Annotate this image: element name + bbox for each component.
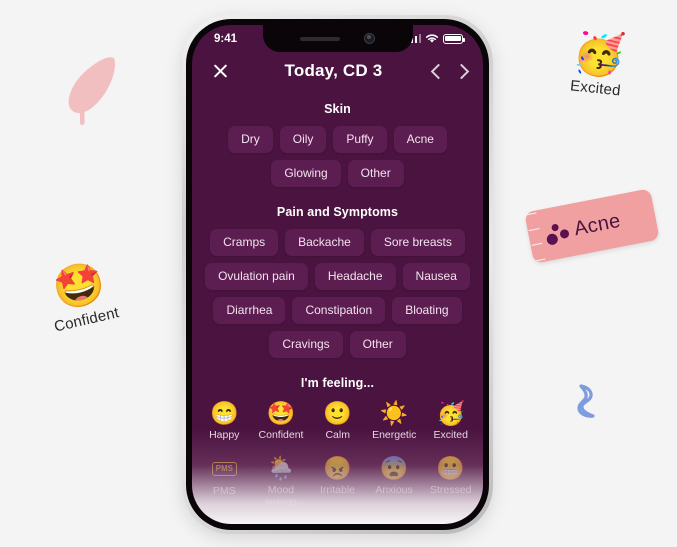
nav-bar: Today, CD 3	[192, 52, 483, 88]
feather-sticker	[58, 52, 128, 132]
pms-badge-icon: PMS	[211, 462, 237, 476]
confident-sticker: 🤩 Confident	[20, 250, 142, 340]
feeling-label: Excited	[433, 429, 468, 441]
battery-icon	[443, 33, 465, 44]
feeling-irritable[interactable]: 😠 Irritable	[315, 455, 360, 508]
chip-acne[interactable]: Acne	[393, 126, 447, 153]
feeling-label: Happy	[209, 429, 240, 441]
front-camera-icon	[364, 33, 375, 44]
section-feelings: I'm feeling... 😁 Happy 🤩 Confident 🙂 Cal…	[202, 376, 473, 508]
chip-row: Cramps Backache Sore breasts	[202, 229, 473, 256]
beaming-face-emoji-icon: 😁	[209, 400, 239, 426]
feeling-excited[interactable]: 🥳 Excited	[429, 400, 474, 441]
fearful-face-emoji-icon: 😨	[379, 455, 409, 481]
feeling-label: Confident	[258, 429, 304, 441]
phone-screen: 9:41 Today, CD 3 Skin Dry Oily Puffy Acn…	[192, 25, 483, 524]
close-icon[interactable]	[208, 58, 234, 84]
slightly-smiling-emoji-icon: 🙂	[323, 400, 353, 426]
feeling-mood-swings[interactable]: 🌦️ Mood swings	[259, 455, 304, 508]
acne-ticket-label: Acne	[572, 209, 623, 240]
chip-row: Glowing Other	[202, 160, 473, 187]
feeling-energetic[interactable]: ☀️ Energetic	[372, 400, 417, 441]
chip-bloating[interactable]: Bloating	[392, 297, 462, 324]
feeling-label: PMS	[212, 485, 236, 497]
tracking-content: Skin Dry Oily Puffy Acne Glowing Other P…	[192, 88, 483, 508]
feelings-rows: 😁 Happy 🤩 Confident 🙂 Calm ☀️ Energetic …	[202, 400, 473, 508]
status-time: 9:41	[214, 32, 238, 45]
feelings-row: 😁 Happy 🤩 Confident 🙂 Calm ☀️ Energetic …	[202, 400, 473, 441]
chip-row: Ovulation pain Headache Nausea	[202, 263, 473, 290]
chip-cravings[interactable]: Cravings	[269, 331, 343, 358]
feeling-label: Calm	[325, 429, 350, 441]
feeling-label: Irritable	[319, 484, 355, 496]
phone-mockup: 9:41 Today, CD 3 Skin Dry Oily Puffy Acn…	[182, 15, 493, 534]
feeling-calm[interactable]: 🙂 Calm	[315, 400, 360, 441]
chip-ovulation-pain[interactable]: Ovulation pain	[205, 263, 308, 290]
chip-headache[interactable]: Headache	[314, 263, 396, 290]
chip-backache[interactable]: Backache	[285, 229, 364, 256]
feeling-label: Energetic	[372, 429, 417, 441]
feeling-anxious[interactable]: 😨 Anxious	[372, 455, 417, 508]
grimacing-face-emoji-icon: 😬	[436, 455, 465, 481]
partying-face-emoji-icon: 🥳	[570, 27, 628, 80]
feeling-happy[interactable]: 😁 Happy	[202, 400, 247, 441]
chip-dry[interactable]: Dry	[228, 126, 273, 153]
wifi-icon	[425, 34, 439, 43]
date-nav-arrows	[430, 63, 470, 79]
chip-other-pain[interactable]: Other	[349, 331, 406, 358]
star-struck-emoji-icon: 🤩	[266, 400, 296, 426]
chevron-right-icon[interactable]	[453, 63, 470, 79]
chip-diarrhea[interactable]: Diarrhea	[213, 297, 286, 324]
chip-glowing[interactable]: Glowing	[271, 160, 341, 187]
section-pain-and-symptoms: Pain and Symptoms Cramps Backache Sore b…	[202, 205, 473, 358]
section-title-pain: Pain and Symptoms	[276, 205, 399, 219]
feather-icon	[68, 57, 116, 125]
chip-sore-breasts[interactable]: Sore breasts	[370, 229, 465, 256]
excited-sticker: 🥳 Excited	[540, 24, 656, 102]
feeling-label: Stressed	[429, 484, 472, 496]
partying-face-emoji-icon: 🥳	[436, 400, 466, 426]
ribbon-sticker	[565, 378, 611, 424]
pain-chip-rows: Cramps Backache Sore breasts Ovulation p…	[202, 229, 473, 358]
feelings-row: PMS PMS 🌦️ Mood swings 😠 Irritable 😨 Anx…	[202, 455, 473, 508]
chip-cramps[interactable]: Cramps	[210, 229, 279, 256]
feeling-label: Mood swings	[264, 484, 297, 508]
section-skin: Skin Dry Oily Puffy Acne Glowing Other	[202, 102, 473, 187]
chip-row: Cravings Other	[202, 331, 473, 358]
acne-ticket-sticker: Acne	[524, 188, 660, 264]
chevron-left-icon[interactable]	[430, 63, 447, 79]
ticket-shape: Acne	[524, 188, 660, 264]
feeling-confident[interactable]: 🤩 Confident	[259, 400, 304, 441]
feeling-pms[interactable]: PMS PMS	[202, 455, 247, 508]
phone-notch	[262, 25, 413, 52]
chip-row: Dry Oily Puffy Acne	[202, 126, 473, 153]
acne-dots-icon	[544, 219, 572, 247]
chip-row: Diarrhea Constipation Bloating	[202, 297, 473, 324]
status-icons	[406, 33, 465, 44]
chip-oily[interactable]: Oily	[279, 126, 327, 153]
sun-emoji-icon: ☀️	[379, 400, 409, 426]
ticket-body: Acne	[537, 188, 660, 261]
chip-puffy[interactable]: Puffy	[333, 126, 387, 153]
chip-nausea[interactable]: Nausea	[402, 263, 470, 290]
phone-bezel: 9:41 Today, CD 3 Skin Dry Oily Puffy Acn…	[186, 19, 489, 530]
page-title: Today, CD 3	[284, 61, 383, 80]
skin-chip-rows: Dry Oily Puffy Acne Glowing Other	[202, 126, 473, 187]
ribbon-icon	[577, 384, 595, 418]
speaker-icon	[300, 36, 340, 41]
section-title-skin: Skin	[324, 102, 351, 116]
chip-other-skin[interactable]: Other	[347, 160, 404, 187]
feeling-label: Anxious	[375, 484, 413, 496]
feeling-stressed[interactable]: 😬 Stressed	[428, 455, 473, 508]
chip-constipation[interactable]: Constipation	[292, 297, 386, 324]
angry-face-emoji-icon: 😠	[323, 455, 352, 481]
sun-behind-rain-cloud-emoji-icon: 🌦️	[266, 455, 296, 481]
section-title-feelings: I'm feeling...	[300, 376, 375, 390]
